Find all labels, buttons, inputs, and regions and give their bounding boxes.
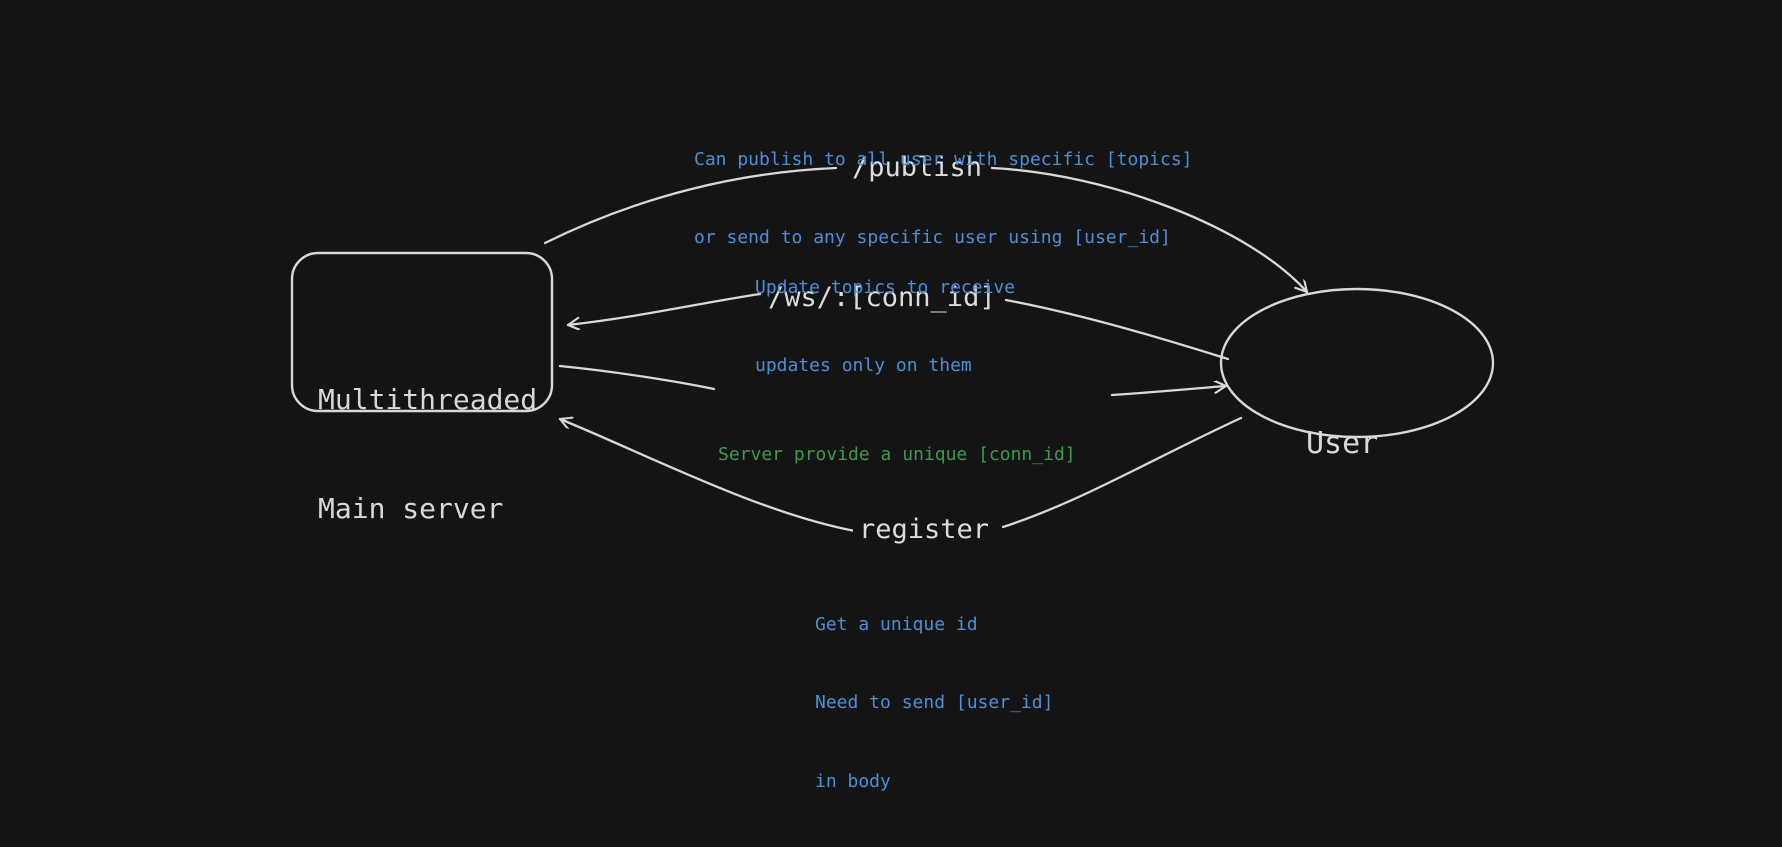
edge-conn-id-right [1110, 386, 1228, 397]
annotation-register: Get a unique id Need to send [user_id] i… [815, 560, 1053, 847]
annotation-conn-id-line1: Server provide a unique [conn_id] [718, 444, 1076, 466]
user-node-label-text: User [1306, 426, 1379, 461]
annotation-conn-id: Server provide a unique [conn_id] [718, 390, 1076, 520]
edge-conn-id-left [558, 364, 716, 391]
annotation-register-line1: Get a unique id [815, 614, 978, 636]
edge-ws-right [1004, 298, 1230, 361]
diagram-canvas: Multithreaded Main server User /publish … [0, 0, 1782, 792]
annotation-ws-line2: updates only on them [755, 355, 972, 377]
user-node-label: User [1306, 346, 1378, 541]
server-node-label: Multithreaded Main server [318, 309, 537, 600]
annotation-ws-line1: Update topics to receive [755, 277, 1016, 299]
server-node-label-line2: Main server [318, 491, 504, 525]
annotation-register-line2: Need to send [user_id] [815, 692, 1054, 714]
server-node-label-line1: Multithreaded [318, 382, 538, 416]
annotation-register-line3: in body [815, 770, 891, 792]
annotation-publish-line1: Can publish to all user with specific [t… [694, 149, 1193, 171]
